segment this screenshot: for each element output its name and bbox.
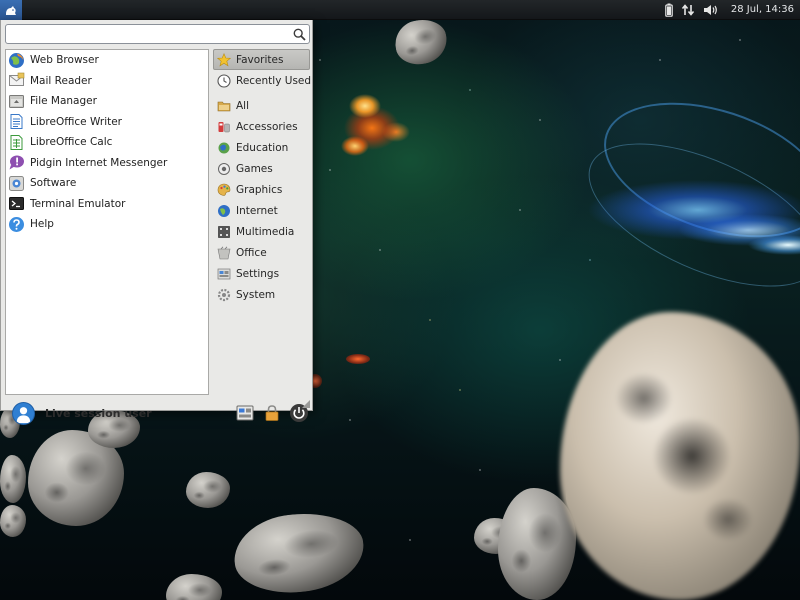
app-item-help[interactable]: Help [6,214,208,235]
category-multimedia[interactable]: Multimedia [213,221,310,242]
app-item-mail-reader[interactable]: Mail Reader [6,71,208,92]
pidgin-icon [8,154,25,171]
app-item-label: Web Browser [30,54,99,67]
category-education[interactable]: Education [213,137,310,158]
category-label: Office [236,246,267,259]
blue-galaxy [548,150,800,280]
whisker-menu: Web Browser Mail Reader File Manager Lib… [0,20,313,425]
writer-icon [8,113,25,130]
settings-manager-button[interactable] [234,402,256,424]
multimedia-icon [217,225,231,239]
resize-grip-icon[interactable] [302,400,310,408]
internet-icon [217,204,231,218]
category-label: Education [236,141,289,154]
mail-reader-icon [8,72,25,89]
category-games[interactable]: Games [213,158,310,179]
app-item-label: Help [30,218,54,231]
app-item-libreoffice-writer[interactable]: LibreOffice Writer [6,112,208,133]
category-graphics[interactable]: Graphics [213,179,310,200]
clock-icon [217,73,231,88]
lock-icon [265,405,279,421]
category-all[interactable]: All [213,95,310,116]
application-list: Web Browser Mail Reader File Manager Lib… [5,49,209,395]
category-label: Accessories [236,120,298,133]
red-nebula [346,354,370,364]
app-item-libreoffice-calc[interactable]: LibreOffice Calc [6,132,208,153]
whisker-menu-button[interactable] [0,0,22,20]
category-label: Recently Used [236,74,312,87]
menu-footer: Live session user [5,396,310,430]
office-icon [217,246,231,260]
category-system[interactable]: System [213,284,310,305]
settings-icon [217,267,231,281]
star-icon [217,52,231,67]
avatar [12,401,35,425]
battery-icon [665,3,673,17]
web-browser-icon [8,52,25,69]
category-internet[interactable]: Internet [213,200,310,221]
app-item-file-manager[interactable]: File Manager [6,91,208,112]
search-box [5,24,310,44]
system-tray: 28 Jul, 14:36 [661,0,800,20]
category-favorites[interactable]: Favorites [213,49,310,70]
app-item-terminal-emulator[interactable]: Terminal Emulator [6,194,208,215]
category-office[interactable]: Office [213,242,310,263]
file-manager-icon [8,93,25,110]
app-item-software[interactable]: Software [6,173,208,194]
app-item-label: Software [30,177,77,190]
accessories-icon [217,120,231,134]
category-recently-used[interactable]: Recently Used [213,70,312,91]
app-item-label: File Manager [30,95,97,108]
help-icon [8,216,25,233]
app-item-label: Pidgin Internet Messenger [30,156,168,169]
battery-indicator[interactable] [661,0,677,20]
category-label: All [236,99,250,112]
search-input[interactable] [6,25,290,43]
app-item-label: Terminal Emulator [30,197,126,210]
graphics-icon [217,183,231,197]
education-icon [217,141,231,155]
top-panel: 28 Jul, 14:36 [0,0,800,20]
app-item-label: Mail Reader [30,74,92,87]
volume-indicator[interactable] [699,0,723,20]
category-list: Favorites Recently Used All Accessories … [213,49,312,301]
xubuntu-mouse-icon [6,5,16,15]
network-indicator[interactable] [677,0,699,20]
app-item-label: LibreOffice Calc [30,136,113,149]
network-transfer-icon [681,3,694,16]
games-icon [217,162,231,176]
folder-icon [217,99,231,113]
app-item-web-browser[interactable]: Web Browser [6,50,208,71]
category-label: Favorites [236,53,284,66]
category-label: Graphics [236,183,283,196]
lock-screen-button[interactable] [261,402,283,424]
category-accessories[interactable]: Accessories [213,116,310,137]
category-label: System [236,288,276,301]
category-label: Multimedia [236,225,295,238]
app-item-pidgin[interactable]: Pidgin Internet Messenger [6,153,208,174]
category-label: Internet [236,204,278,217]
settings-manager-icon [236,405,254,421]
username-label: Live session user [45,406,152,420]
terminal-icon [8,195,25,212]
search-icon[interactable] [291,26,307,42]
app-item-label: LibreOffice Writer [30,115,123,128]
category-label: Games [236,162,273,175]
volume-icon [703,4,717,15]
category-settings[interactable]: Settings [213,263,310,284]
system-icon [217,288,231,302]
user-icon [16,406,31,423]
category-label: Settings [236,267,280,280]
panel-clock[interactable]: 28 Jul, 14:36 [723,4,796,15]
software-icon [8,175,25,192]
calc-icon [8,134,25,151]
fire-nebula [330,88,420,160]
